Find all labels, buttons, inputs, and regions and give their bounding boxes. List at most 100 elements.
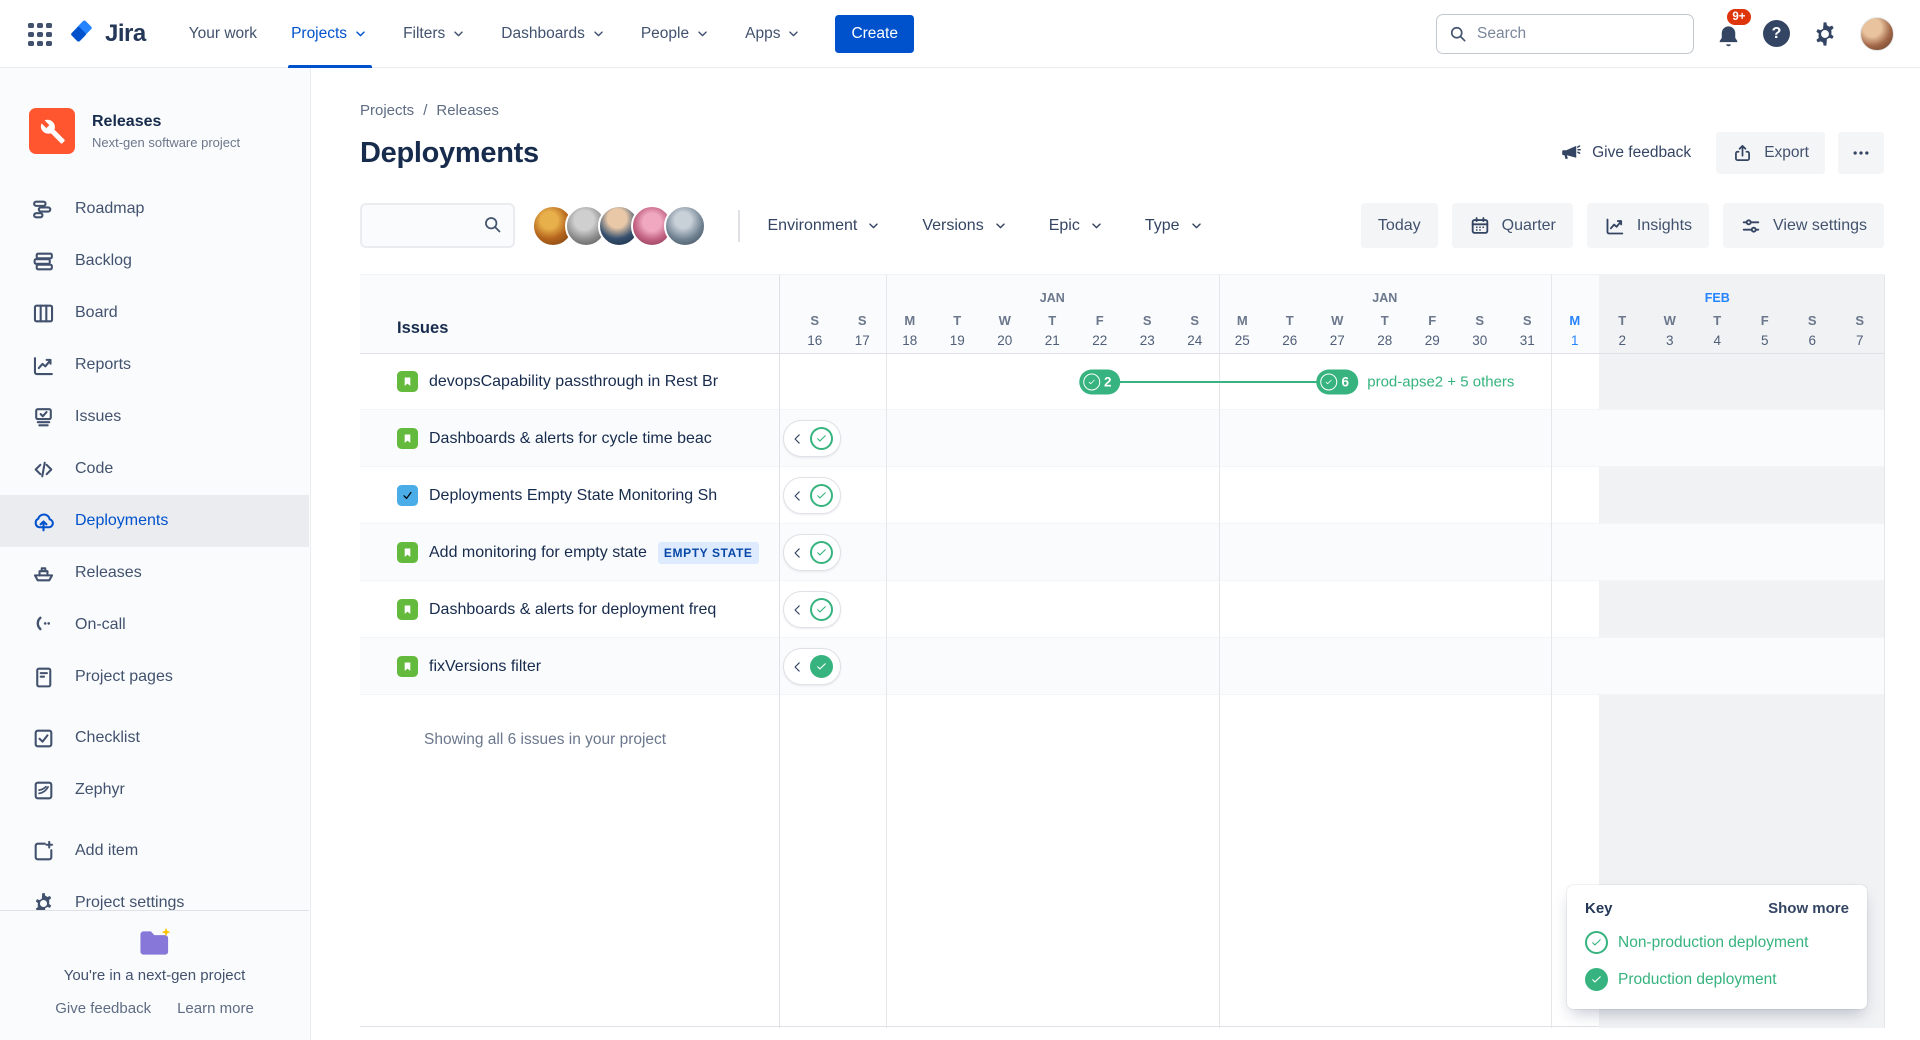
issue-row[interactable]: Add monitoring for empty state EMPTY STAT… — [360, 524, 779, 581]
day-number[interactable]: 29 — [1425, 333, 1440, 348]
nav-item-dashboards[interactable]: Dashboards — [484, 0, 624, 68]
day-number[interactable]: 27 — [1330, 333, 1345, 348]
month-label: FEB — [1704, 291, 1730, 305]
day-number[interactable]: 25 — [1235, 333, 1250, 348]
day-number[interactable]: 19 — [950, 333, 965, 348]
day-number[interactable]: 4 — [1713, 333, 1721, 348]
key-header: Key Show more — [1585, 900, 1849, 917]
day-number[interactable]: 3 — [1666, 333, 1674, 348]
key-show-more-link[interactable]: Show more — [1768, 900, 1849, 917]
day-letter: T — [1048, 313, 1057, 328]
notifications-bell-icon[interactable]: 9+ — [1715, 9, 1751, 50]
day-number[interactable]: 23 — [1140, 333, 1155, 348]
nav-item-your-work[interactable]: Your work — [172, 0, 274, 68]
deployment-badge-start[interactable]: 2 — [1078, 369, 1121, 394]
sidebar-item-code[interactable]: Code — [0, 443, 309, 495]
deployment-edge-pill[interactable] — [783, 591, 841, 628]
chevron-down-icon — [1088, 217, 1105, 234]
filter-dropdown-epic[interactable]: Epic — [1049, 217, 1105, 235]
more-dots-icon — [1851, 143, 1871, 163]
sidebar-item-label: Releases — [75, 564, 142, 581]
sidebar-item-reports[interactable]: Reports — [0, 339, 309, 391]
sidebar-item-board[interactable]: Board — [0, 287, 309, 339]
sidebar-item-label: Code — [75, 460, 114, 477]
project-info[interactable]: Releases Next-gen software project — [92, 113, 240, 150]
insights-button[interactable]: Insights — [1586, 203, 1710, 248]
day-number[interactable]: 16 — [807, 333, 822, 348]
nav-item-filters[interactable]: Filters — [386, 0, 484, 68]
sidebar-item-add-item[interactable]: Add item — [0, 825, 309, 877]
filter-dropdown-type[interactable]: Type — [1145, 217, 1205, 235]
production-check-icon — [810, 655, 833, 678]
sidebar-item-backlog[interactable]: Backlog — [0, 235, 309, 287]
app-switcher-icon[interactable] — [24, 19, 54, 49]
create-button[interactable]: Create — [835, 14, 914, 53]
issue-row[interactable]: devopsCapability passthrough in Rest Br — [360, 353, 779, 410]
issue-row[interactable]: Deployments Empty State Monitoring Sh — [360, 467, 779, 524]
breadcrumb-projects[interactable]: Projects — [360, 102, 414, 119]
breadcrumb-releases[interactable]: Releases — [436, 102, 499, 119]
sidebar-item-issues[interactable]: Issues — [0, 391, 309, 443]
global-search-input[interactable] — [1436, 13, 1694, 54]
nav-item-people[interactable]: People — [624, 0, 728, 68]
sidebar-item-roadmap[interactable]: Roadmap — [0, 183, 309, 235]
sidebar-item-checklist[interactable]: Checklist — [0, 712, 309, 764]
day-number[interactable]: 22 — [1092, 333, 1107, 348]
user-avatar[interactable] — [1860, 16, 1894, 51]
view-settings-button[interactable]: View settings — [1723, 203, 1884, 248]
jira-logo[interactable]: Jira — [68, 19, 146, 49]
day-number[interactable]: 17 — [855, 333, 870, 348]
deployment-edge-pill[interactable] — [783, 534, 841, 571]
day-number[interactable]: 30 — [1472, 333, 1487, 348]
day-number[interactable]: 5 — [1761, 333, 1769, 348]
day-number[interactable]: 7 — [1856, 333, 1864, 348]
sidebar-item-on-call[interactable]: On-call — [0, 599, 309, 651]
chevron-left-icon — [791, 546, 805, 560]
deployment-edge-pill[interactable] — [783, 420, 841, 457]
day-number[interactable]: 6 — [1808, 333, 1816, 348]
day-number[interactable]: 2 — [1618, 333, 1626, 348]
help-icon[interactable]: ? — [1763, 20, 1790, 47]
nav-item-apps[interactable]: Apps — [728, 0, 819, 68]
day-number[interactable]: 31 — [1520, 333, 1535, 348]
more-actions-button[interactable] — [1838, 132, 1884, 174]
day-number[interactable]: 1 — [1571, 333, 1579, 348]
sidebar-item-zephyr[interactable]: Zephyr — [0, 764, 309, 816]
day-number[interactable]: 28 — [1377, 333, 1392, 348]
deployment-badge-end[interactable]: 6 — [1316, 369, 1359, 394]
issue-row[interactable]: Dashboards & alerts for cycle time beac — [360, 410, 779, 467]
settings-gear-icon[interactable] — [1811, 20, 1839, 48]
sidebar-item-deployments[interactable]: Deployments — [0, 495, 309, 547]
key-legend-panel: Key Show more Non-production deployment P… — [1567, 885, 1867, 1009]
nav-item-label: Apps — [745, 24, 781, 42]
sidebar-learn-more-link[interactable]: Learn more — [177, 1000, 254, 1017]
day-letter: F — [1760, 313, 1769, 328]
issue-row[interactable]: fixVersions filter — [360, 638, 779, 695]
day-letter: S — [1190, 313, 1200, 328]
sidebar-item-project-pages[interactable]: Project pages — [0, 651, 309, 703]
deployment-edge-pill[interactable] — [783, 477, 841, 514]
deployment-edge-pill[interactable] — [783, 648, 841, 685]
issue-title: Dashboards & alerts for deployment freq — [429, 600, 717, 618]
day-number[interactable]: 21 — [1045, 333, 1060, 348]
export-button[interactable]: Export — [1716, 132, 1825, 174]
today-button[interactable]: Today — [1360, 203, 1438, 248]
day-number[interactable]: 26 — [1282, 333, 1297, 348]
deployment-env-label[interactable]: prod-apse2 + 5 others — [1367, 373, 1514, 390]
nav-item-projects[interactable]: Projects — [274, 0, 386, 68]
day-letter: T — [1618, 313, 1627, 328]
issue-row[interactable]: Dashboards & alerts for deployment freq — [360, 581, 779, 638]
non-production-check-icon — [810, 598, 833, 621]
assignee-avatar[interactable] — [664, 204, 706, 247]
day-number[interactable]: 18 — [902, 333, 917, 348]
sidebar-item-releases[interactable]: Releases — [0, 547, 309, 599]
sidebar-give-feedback-link[interactable]: Give feedback — [55, 1000, 151, 1017]
quarter-button[interactable]: Quarter — [1451, 203, 1573, 248]
give-feedback-button[interactable]: Give feedback — [1547, 134, 1703, 172]
day-number[interactable]: 20 — [997, 333, 1012, 348]
sidebar-item-label: Reports — [75, 356, 132, 373]
filter-dropdown-environment[interactable]: Environment — [768, 217, 883, 235]
day-number[interactable]: 24 — [1187, 333, 1202, 348]
nav-item-label: Filters — [403, 24, 446, 42]
filter-dropdown-versions[interactable]: Versions — [922, 217, 1008, 235]
